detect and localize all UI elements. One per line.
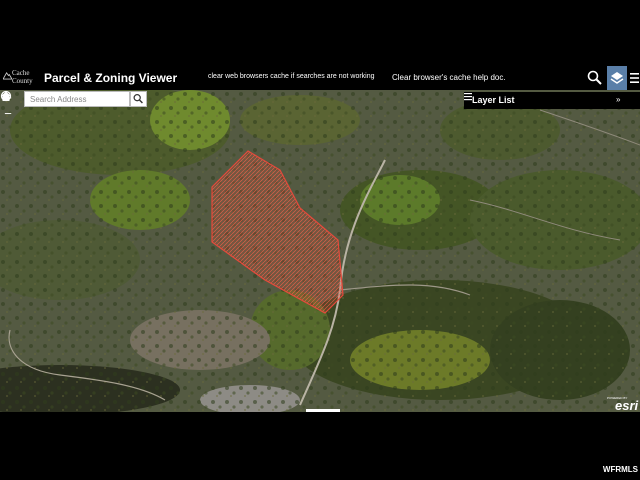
layer-list-title: Layer List <box>472 95 515 105</box>
app-title: Parcel & Zoning Viewer <box>44 71 178 85</box>
search-button[interactable] <box>130 91 147 107</box>
search-icon <box>133 94 143 104</box>
search-icon[interactable] <box>586 70 604 86</box>
menu-icon[interactable] <box>629 71 640 85</box>
satellite-imagery <box>0 90 640 412</box>
watermark: WFRMLS <box>602 465 638 474</box>
layers-button[interactable] <box>607 66 627 90</box>
collapse-icon[interactable]: » <box>616 95 620 104</box>
logo-text-line1: Cache <box>12 69 30 77</box>
locate-icon[interactable] <box>0 90 12 102</box>
cache-notice: clear web browsers cache if searches are… <box>208 73 375 80</box>
map-view[interactable]: + − Layer List » POWERED BY esri <box>0 90 640 412</box>
layers-icon <box>610 72 624 84</box>
esri-logo: esri <box>615 398 639 412</box>
layer-list-panel: Layer List » <box>464 92 640 109</box>
logo-text-line2: County <box>12 77 33 85</box>
panel-menu-icon[interactable] <box>464 92 472 101</box>
search-input[interactable] <box>24 91 130 107</box>
county-logo: Cache County <box>3 69 37 87</box>
cache-help-link[interactable]: Clear browser's cache help doc. <box>392 73 506 82</box>
app-header: Cache County Parcel & Zoning Viewer clea… <box>0 66 640 90</box>
mountain-icon <box>3 71 12 80</box>
scale-bar <box>306 409 340 412</box>
zoom-out-button[interactable]: − <box>2 107 14 121</box>
